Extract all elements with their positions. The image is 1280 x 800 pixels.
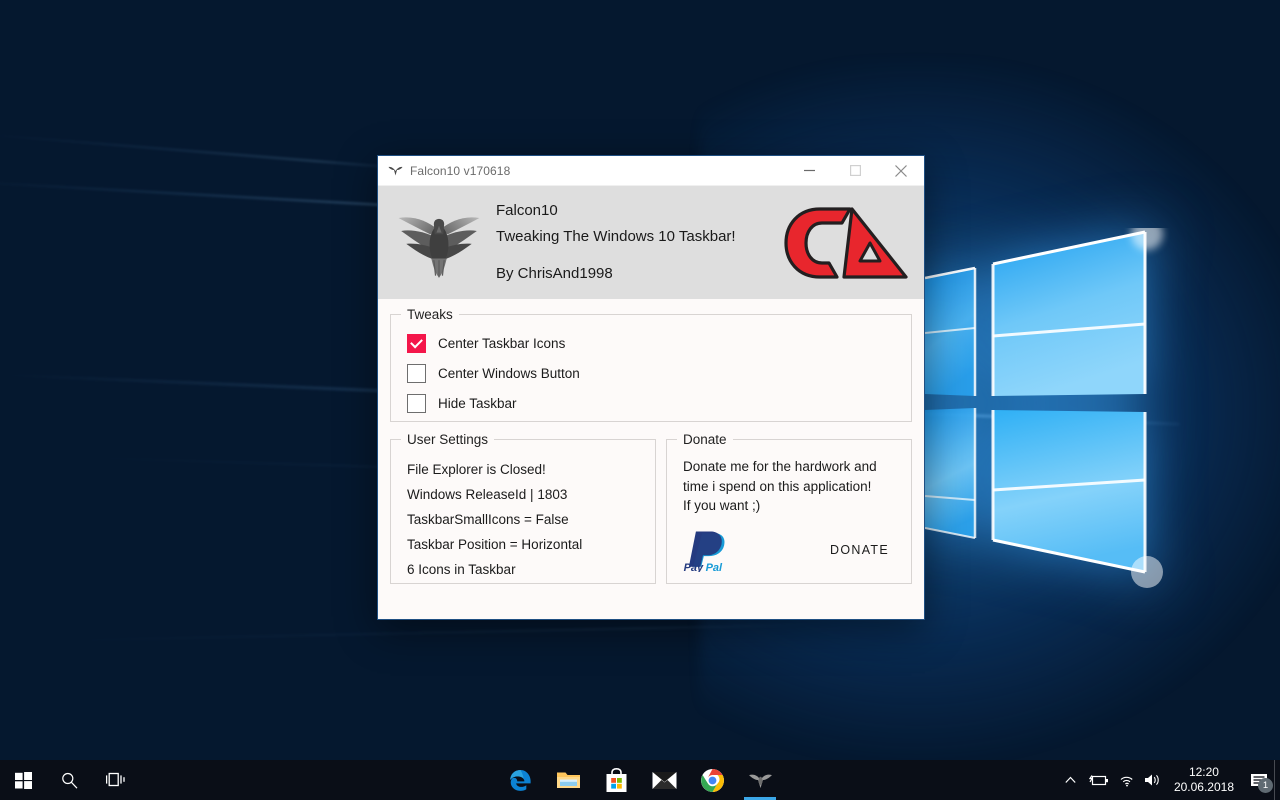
start-button[interactable] — [0, 760, 46, 800]
app-tagline: Tweaking The Windows 10 Taskbar! — [496, 228, 736, 245]
setting-small-icons: TaskbarSmallIcons = False — [407, 512, 569, 527]
taskbar-apps — [496, 760, 784, 800]
store-icon — [606, 767, 626, 792]
paypal-icon[interactable]: Pay Pal — [683, 528, 737, 572]
battery-icon — [1088, 774, 1108, 785]
taskbar-app-file-explorer[interactable] — [544, 760, 592, 800]
clock-time: 12:20 — [1188, 765, 1219, 779]
checkbox-label: Hide Taskbar — [438, 395, 517, 411]
task-view-icon — [105, 772, 125, 787]
checkbox-label: Center Windows Button — [438, 365, 580, 381]
mail-icon — [652, 771, 676, 789]
checkbox-center-taskbar-icons[interactable]: Center Taskbar Icons — [407, 328, 895, 358]
edge-icon — [509, 769, 531, 791]
svg-text:Pal: Pal — [706, 562, 723, 572]
search-icon — [61, 772, 77, 789]
falcon-icon — [748, 774, 772, 789]
tweaks-legend: Tweaks — [407, 307, 453, 322]
window-title: Falcon10 v170618 — [410, 163, 511, 178]
volume-button[interactable] — [1140, 760, 1166, 800]
donate-text-line1: Donate me for the hardwork and — [683, 459, 877, 474]
action-center-button[interactable]: 1 — [1244, 760, 1274, 800]
ca-logo-icon — [784, 206, 908, 279]
donate-text-line3: If you want ;) — [683, 498, 761, 513]
checkbox-label: Center Taskbar Icons — [438, 335, 566, 351]
app-name: Falcon10 — [496, 202, 558, 219]
clock-date: 20.06.2018 — [1173, 780, 1234, 794]
desktop: Falcon10 v170618 Falcon10 Tweaking The W… — [0, 0, 1280, 800]
falcon10-window: Falcon10 v170618 Falcon10 Tweaking The W… — [377, 155, 925, 620]
taskbar-app-edge[interactable] — [496, 760, 544, 800]
taskbar-left — [0, 760, 138, 800]
minimize-button[interactable] — [786, 156, 832, 186]
bottom-panels: User Settings File Explorer is Closed! W… — [390, 432, 912, 584]
user-settings-group: User Settings File Explorer is Closed! W… — [390, 432, 656, 584]
svg-text:Pay: Pay — [684, 562, 704, 572]
setting-icon-count: 6 Icons in Taskbar — [407, 562, 516, 577]
setting-taskbar-position: Taskbar Position = Horizontal — [407, 537, 583, 552]
taskbar-app-falcon10[interactable] — [736, 760, 784, 800]
maximize-button[interactable] — [832, 156, 878, 186]
windows-icon — [14, 771, 32, 789]
checkbox-indicator[interactable] — [407, 393, 426, 413]
window-controls — [786, 156, 924, 186]
notification-badge: 1 — [1258, 778, 1273, 793]
window-titlebar[interactable]: Falcon10 v170618 — [378, 156, 924, 186]
close-button[interactable] — [878, 156, 924, 186]
donate-button[interactable]: DONATE — [830, 543, 889, 557]
checkbox-center-windows-button[interactable]: Center Windows Button — [407, 358, 895, 388]
falcon-icon — [378, 156, 404, 186]
app-body: Tweaks Center Taskbar Icons Center Windo… — [378, 299, 924, 594]
taskbar-app-mail[interactable] — [640, 760, 688, 800]
taskbar-app-chrome[interactable] — [688, 760, 736, 800]
volume-icon — [1145, 774, 1160, 786]
file-explorer-icon — [556, 772, 580, 788]
chevron-up-icon — [1065, 776, 1077, 783]
donate-text-line2: time i spend on this application! — [683, 478, 872, 494]
windows-logo-wallpaper — [924, 228, 1163, 588]
setting-file-explorer: File Explorer is Closed! — [407, 462, 546, 477]
taskbar-app-store[interactable] — [592, 760, 640, 800]
taskbar: 12:20 20.06.2018 1 — [0, 760, 1280, 800]
battery-button[interactable] — [1084, 760, 1114, 800]
show-desktop-button[interactable] — [1274, 760, 1280, 800]
app-header-text: Falcon10 Tweaking The Windows 10 Taskbar… — [496, 198, 782, 287]
network-button[interactable] — [1114, 760, 1140, 800]
tweaks-group: Tweaks Center Taskbar Icons Center Windo… — [390, 307, 912, 422]
falcon-logo-icon — [398, 216, 480, 277]
clock[interactable]: 12:20 20.06.2018 — [1166, 765, 1244, 795]
wifi-icon — [1120, 776, 1133, 786]
system-tray: 12:20 20.06.2018 1 — [1058, 760, 1280, 800]
task-view-button[interactable] — [92, 760, 138, 800]
user-settings-legend: User Settings — [407, 432, 489, 447]
app-header: Falcon10 Tweaking The Windows 10 Taskbar… — [378, 186, 924, 299]
checkbox-hide-taskbar[interactable]: Hide Taskbar — [407, 388, 895, 418]
search-button[interactable] — [46, 760, 92, 800]
show-hidden-icons-button[interactable] — [1058, 760, 1084, 800]
app-author: By ChrisAnd1998 — [496, 265, 613, 282]
checkbox-indicator[interactable] — [407, 333, 426, 353]
donate-legend: Donate — [683, 432, 727, 447]
checkbox-indicator[interactable] — [407, 363, 426, 383]
donate-group: Donate Donate me for the hardwork and ti… — [666, 432, 912, 584]
chrome-icon — [700, 768, 724, 792]
setting-release-id: Windows ReleaseId | 1803 — [407, 487, 568, 502]
